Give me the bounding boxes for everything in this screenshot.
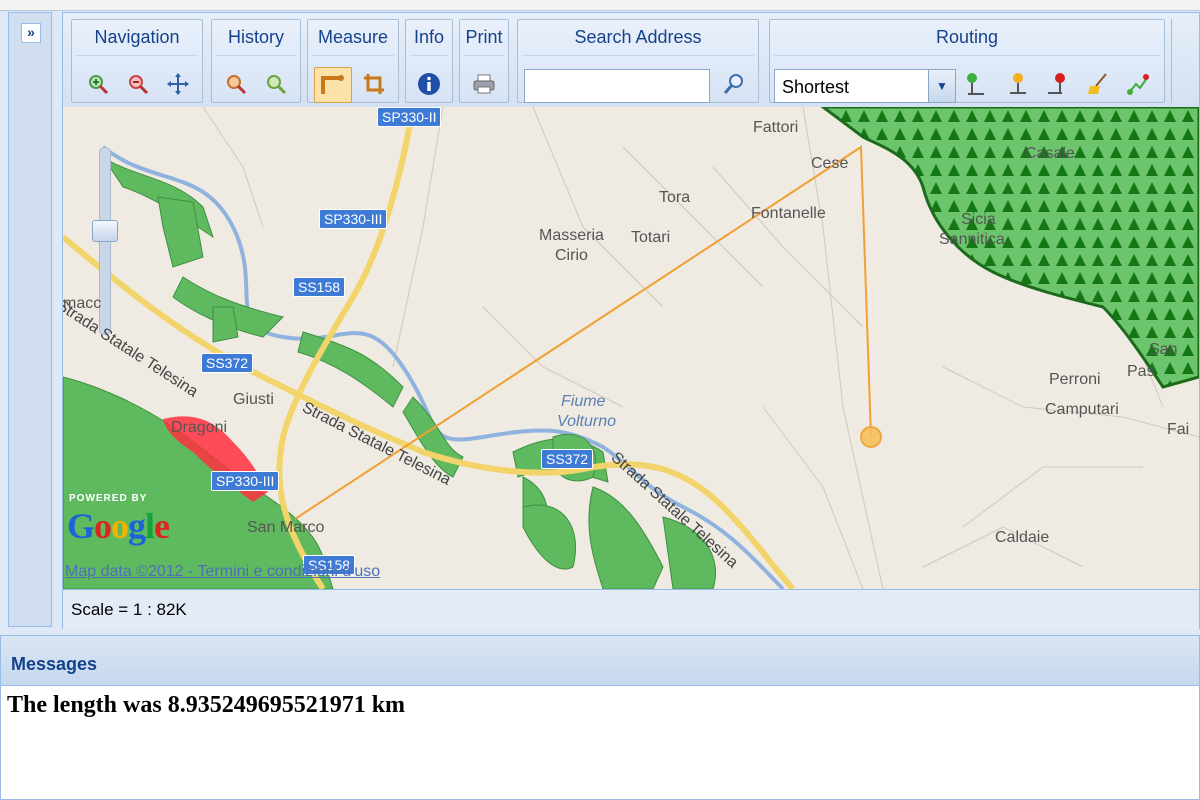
zoom-previous-button[interactable] [220, 68, 252, 100]
place-label-sicia: Sicia [961, 211, 996, 228]
route-compute-button[interactable] [1122, 68, 1154, 100]
print-group: Print [459, 19, 509, 103]
place-label-fai: Fai [1167, 421, 1190, 438]
measure-endpoint [860, 426, 882, 448]
zoom-previous-icon [227, 75, 247, 95]
search-address-group: Search Address [517, 19, 759, 103]
place-label-pas: Pas [1127, 363, 1155, 380]
expand-sidebar-button[interactable]: » [21, 23, 41, 43]
place-label-fontanelle: Fontanelle [751, 205, 826, 222]
route-via-button[interactable] [1002, 68, 1034, 100]
routing-group: Routing Shortest ▼ [769, 19, 1165, 103]
google-logo: Google [67, 506, 170, 546]
measure-group: Measure [307, 19, 399, 103]
printer-icon [473, 74, 495, 94]
road-shield-ss372-east: SS372 [541, 449, 594, 469]
road-shield-ss372: SS372 [201, 353, 254, 373]
measure-area-button[interactable] [358, 68, 390, 100]
broom-clear-icon [1088, 73, 1107, 94]
place-label-san-marco: San Marco [247, 519, 325, 536]
place-label-masseria: Masseria [539, 227, 604, 244]
pan-button[interactable] [162, 68, 194, 100]
collapsed-sidebar: » [8, 12, 52, 627]
messages-panel: Messages The length was 8.93524969552197… [0, 635, 1200, 800]
message-text: The length was 8.935249695521971 km [7, 692, 406, 718]
search-address-title: Search Address [574, 27, 702, 47]
info-icon [418, 73, 440, 95]
route-start-pin-icon [967, 73, 984, 95]
place-label-dragoni: Dragoni [171, 419, 228, 436]
place-label-fattori: Fattori [753, 119, 799, 136]
map-status-bar: Scale = 1 : 82K [63, 589, 1199, 630]
pan-icon [167, 73, 189, 95]
route-start-button[interactable] [962, 68, 994, 100]
info-group: Info [405, 19, 453, 103]
navigation-group: Navigation [71, 19, 203, 103]
history-group: History [211, 19, 301, 103]
map-data-link[interactable]: Map data ©2012 - Termini e condizioni d'… [65, 563, 380, 581]
zoom-slider-thumb[interactable] [92, 220, 118, 242]
place-label-sannitica: Sannitica [939, 231, 1005, 248]
double-chevron-right-icon: » [27, 24, 35, 40]
measure-title: Measure [317, 27, 389, 47]
chevron-down-icon[interactable]: ▼ [928, 70, 955, 102]
info-button[interactable] [413, 68, 445, 100]
zoom-next-button[interactable] [260, 68, 292, 100]
zoom-next-icon [267, 75, 287, 95]
road-shield-sp330-iii: SP330-III [319, 209, 388, 229]
place-label-giusti: Giusti [233, 391, 274, 408]
place-label-totari: Totari [631, 229, 671, 246]
map-canvas[interactable] [63, 107, 1199, 589]
magnifier-icon [723, 74, 743, 94]
messages-header: Messages [1, 636, 1199, 686]
route-end-pin-icon [1048, 73, 1065, 94]
place-label-camputari: Camputari [1045, 401, 1119, 418]
search-address-button[interactable] [718, 68, 750, 100]
messages-title: Messages [11, 654, 98, 674]
route-end-button[interactable] [1042, 68, 1074, 100]
ne-forest [820, 107, 1199, 389]
info-title: Info [413, 27, 445, 47]
zoom-out-button[interactable] [122, 68, 154, 100]
place-label-volturno: Volturno [557, 413, 616, 430]
routing-title: Routing [935, 27, 999, 47]
place-label-cirio: Cirio [555, 247, 588, 264]
place-label-cese: Cese [811, 155, 849, 172]
zoom-in-button[interactable] [82, 68, 114, 100]
zoom-in-icon [89, 75, 109, 95]
road-shield-sp330-ii: SP330-II [377, 107, 442, 127]
map-toolbar: Navigation History Measure Info Print Se… [63, 13, 1199, 107]
history-title: History [227, 27, 284, 47]
print-title: Print [465, 27, 503, 47]
place-label-san: San [1149, 341, 1178, 358]
measure-line-button[interactable] [314, 67, 352, 103]
navigation-title: Navigation [94, 27, 180, 47]
routing-mode-value: Shortest [782, 77, 850, 97]
toolbar-overflow [1171, 19, 1200, 103]
scale-readout: Scale = 1 : 82K [71, 600, 187, 619]
measure-line-icon [321, 75, 344, 94]
place-label-perroni: Perroni [1049, 371, 1101, 388]
route-compute-icon [1127, 74, 1149, 95]
zoom-out-icon [129, 75, 149, 95]
place-label-casale: Casale [1025, 145, 1075, 162]
route-via-pin-icon [1010, 73, 1026, 94]
place-label-fiume: Fiume [561, 393, 606, 410]
road-shield-sp330-iii-south: SP330-III [211, 471, 280, 491]
measure-area-icon [364, 74, 384, 94]
powered-by-label: POWERED BY [69, 493, 148, 504]
top-strip [0, 0, 1200, 11]
place-label-caldaie: Caldaie [995, 529, 1050, 546]
road-shield-ss158: SS158 [293, 277, 346, 297]
map-panel: Navigation History Measure Info Print Se… [62, 12, 1200, 630]
place-label-tora: Tora [659, 189, 691, 206]
route-clear-button[interactable] [1082, 68, 1114, 100]
search-address-input[interactable] [524, 69, 710, 103]
print-button[interactable] [468, 68, 500, 100]
map-view[interactable]: Fattori Cese Tora Fontanelle Masseria Ci… [63, 107, 1199, 589]
routing-mode-select[interactable]: Shortest ▼ [774, 69, 956, 103]
